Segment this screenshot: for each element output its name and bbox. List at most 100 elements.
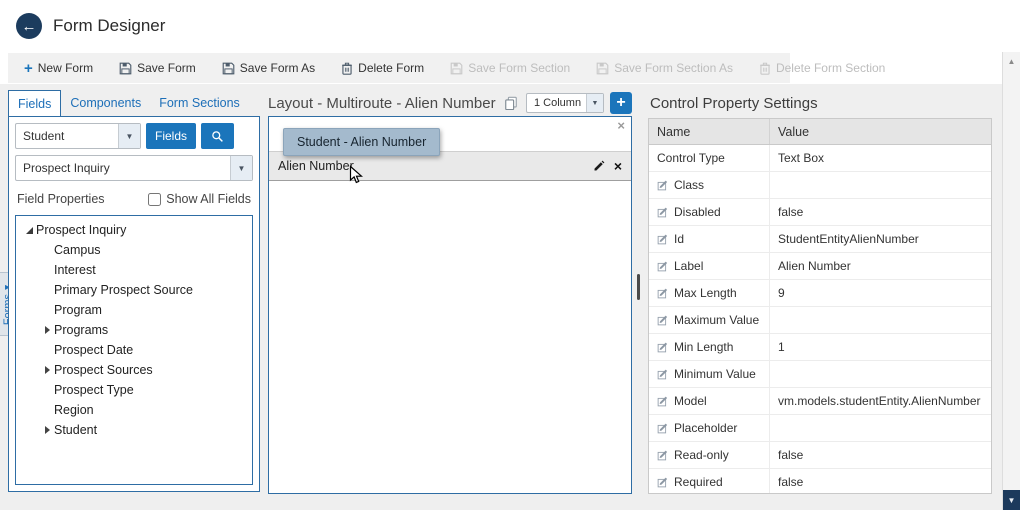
expander-collapsed-icon[interactable]	[40, 423, 54, 437]
expander-collapsed-icon[interactable]	[40, 323, 54, 337]
property-value[interactable]: false	[769, 469, 991, 494]
tree-item[interactable]: Prospect Date	[16, 340, 252, 360]
scroll-down-icon[interactable]: ▼	[1003, 490, 1020, 510]
tree-item[interactable]: Region	[16, 400, 252, 420]
property-value[interactable]: false	[769, 442, 991, 468]
tab-components-label: Components	[70, 96, 141, 110]
tree-item[interactable]: Program	[16, 300, 252, 320]
edit-icon[interactable]	[657, 179, 669, 191]
fields-panel: Fields Components Form Sections Student …	[8, 90, 260, 492]
expander-spacer	[40, 303, 54, 317]
chevron-down-icon: ▼	[118, 124, 140, 148]
expander-expanded-icon[interactable]	[22, 223, 36, 237]
save-form-section-as-button: Save Form Section As	[596, 61, 733, 75]
property-value[interactable]	[769, 415, 991, 441]
property-name: Placeholder	[674, 421, 737, 435]
tab-form-sections[interactable]: Form Sections	[150, 90, 249, 116]
tree-item[interactable]: Primary Prospect Source	[16, 280, 252, 300]
column-select[interactable]: 1 Column ▼	[526, 93, 604, 113]
tree-item-label: Program	[54, 303, 102, 317]
tab-fields[interactable]: Fields	[8, 90, 61, 116]
tree-item-label: Primary Prospect Source	[54, 283, 193, 297]
tree-item-label: Programs	[54, 323, 108, 337]
edit-icon[interactable]	[657, 287, 669, 299]
vertical-scrollbar[interactable]: ▲ ▼	[1002, 52, 1020, 510]
tree-item-label: Prospect Inquiry	[36, 223, 126, 237]
edit-icon[interactable]	[657, 260, 669, 272]
property-name: Min Length	[674, 340, 733, 354]
form-select[interactable]: Prospect Inquiry ▼	[15, 155, 253, 181]
search-icon	[211, 130, 224, 143]
tree-item[interactable]: Prospect Type	[16, 380, 252, 400]
delete-form-button[interactable]: Delete Form	[341, 61, 424, 75]
edit-icon[interactable]	[657, 341, 669, 353]
save-icon	[119, 62, 132, 75]
new-form-button[interactable]: + New Form	[24, 61, 93, 76]
table-row: Label Alien Number	[649, 253, 991, 280]
save-form-as-button[interactable]: Save Form As	[222, 61, 315, 75]
tree-item-label: Interest	[54, 263, 96, 277]
tree-item[interactable]: Campus	[16, 240, 252, 260]
add-section-button[interactable]: +	[610, 92, 632, 114]
property-value[interactable]: false	[769, 199, 991, 225]
layout-panel: Layout - Multiroute - Alien Number 1 Col…	[268, 90, 632, 494]
property-value[interactable]	[769, 172, 991, 198]
copy-icon[interactable]	[504, 96, 518, 110]
property-name: Maximum Value	[674, 313, 759, 327]
scroll-up-icon[interactable]: ▲	[1003, 52, 1020, 70]
panel-resize-handle[interactable]	[637, 274, 640, 300]
properties-table-header: Name Value	[649, 119, 991, 145]
tree-item[interactable]: Programs	[16, 320, 252, 340]
plus-icon: +	[24, 61, 33, 76]
back-button[interactable]: ←	[16, 13, 42, 39]
edit-icon[interactable]	[657, 395, 669, 407]
property-value[interactable]: 1	[769, 334, 991, 360]
tree-item-label: Prospect Date	[54, 343, 133, 357]
close-icon[interactable]: ×	[617, 118, 625, 133]
tree-item[interactable]: Student	[16, 420, 252, 440]
expander-spacer	[40, 263, 54, 277]
save-form-button[interactable]: Save Form	[119, 61, 196, 75]
delete-form-section-button: Delete Form Section	[759, 61, 885, 75]
property-value[interactable]: Text Box	[769, 145, 991, 171]
table-row: Max Length 9	[649, 280, 991, 307]
pencil-icon[interactable]	[593, 160, 605, 172]
property-name: Required	[674, 475, 723, 489]
toolbar: + New Form Save Form Save Form As Delete…	[8, 53, 790, 83]
tree-item-label: Prospect Sources	[54, 363, 153, 377]
search-button[interactable]	[201, 123, 234, 149]
expander-spacer	[40, 283, 54, 297]
left-tabs: Fields Components Form Sections	[8, 90, 260, 116]
edit-icon[interactable]	[657, 206, 669, 218]
property-value[interactable]: StudentEntityAlienNumber	[769, 226, 991, 252]
edit-icon[interactable]	[657, 476, 669, 488]
field-tree: Prospect Inquiry Campus Interest Primary…	[15, 215, 253, 485]
edit-icon[interactable]	[657, 422, 669, 434]
expander-spacer	[40, 403, 54, 417]
edit-icon[interactable]	[657, 233, 669, 245]
tree-item[interactable]: Prospect Inquiry	[16, 220, 252, 240]
fields-button[interactable]: Fields	[146, 123, 196, 149]
fields-panel-body: Student ▼ Fields Prospect Inquiry ▼ Fiel	[8, 116, 260, 492]
field-properties-label: Field Properties	[17, 192, 105, 206]
delete-field-icon[interactable]: ×	[614, 159, 622, 173]
tree-item[interactable]: Interest	[16, 260, 252, 280]
expander-collapsed-icon[interactable]	[40, 363, 54, 377]
layout-title: Layout - Multiroute - Alien Number	[268, 95, 496, 112]
properties-panel: Control Property Settings Name Value Con…	[648, 90, 994, 510]
property-value[interactable]: Alien Number	[769, 253, 991, 279]
property-value[interactable]	[769, 307, 991, 333]
show-all-fields-checkbox[interactable]	[148, 193, 161, 206]
tree-item[interactable]: Prospect Sources	[16, 360, 252, 380]
tab-components[interactable]: Components	[61, 90, 150, 116]
property-value[interactable]: vm.models.studentEntity.AlienNumber	[769, 388, 991, 414]
save-icon	[450, 62, 463, 75]
tree-item-label: Student	[54, 423, 97, 437]
property-value[interactable]	[769, 361, 991, 387]
entity-select[interactable]: Student ▼	[15, 123, 141, 149]
edit-icon[interactable]	[657, 314, 669, 326]
edit-icon[interactable]	[657, 449, 669, 461]
property-value[interactable]: 9	[769, 280, 991, 306]
edit-icon[interactable]	[657, 368, 669, 380]
property-name: Id	[674, 232, 684, 246]
